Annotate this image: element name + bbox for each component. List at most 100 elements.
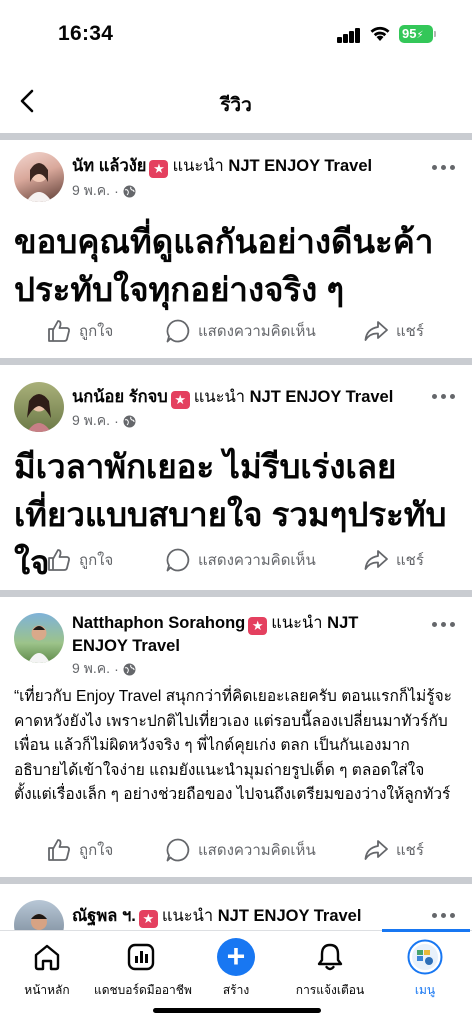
like-label: ถูกใจ	[79, 842, 114, 859]
more-options-icon[interactable]	[430, 391, 458, 401]
more-options-icon[interactable]	[430, 619, 458, 629]
page-name[interactable]: NJT ENJOY Travel	[218, 907, 362, 925]
home-indicator	[153, 1008, 321, 1013]
avatar[interactable]	[14, 613, 64, 663]
post-divider	[0, 877, 472, 884]
like-label: ถูกใจ	[79, 552, 114, 569]
nav-menu[interactable]: เมนู	[378, 939, 472, 1000]
post-header-line: ณัฐพล ฯ. ★ แนะนำ NJT ENJOY Travel	[72, 905, 361, 928]
review-post: Natthaphon Sorahong ★ แนะนำ NJT ENJOY Trav…	[0, 597, 472, 877]
avatar[interactable]	[14, 900, 64, 930]
like-button[interactable]: ถูกใจ	[46, 318, 113, 344]
post-text: “เที่ยวกับ Enjoy Travel สนุกกว่าที่คิดเย…	[14, 688, 453, 803]
active-tab-indicator	[382, 929, 470, 932]
share-arrow-icon	[364, 840, 388, 860]
cellular-signal-icon	[337, 27, 361, 43]
post-date[interactable]: 9 พ.ค.	[72, 410, 110, 432]
battery-level: 95	[402, 26, 417, 41]
comment-button[interactable]: แสดงความคิดเห็น	[165, 547, 316, 573]
star-badge-icon: ★	[248, 617, 268, 635]
thumbs-up-icon	[48, 839, 70, 861]
post-date[interactable]: 9 พ.ค.	[72, 180, 110, 202]
comment-button[interactable]: แสดงความคิดเห็น	[165, 318, 316, 344]
recommends-label: แนะนำ	[193, 388, 246, 406]
status-time: 16:34	[58, 22, 114, 45]
page-title: รีวิว	[220, 95, 252, 116]
meta-dot: ·	[114, 413, 119, 429]
author-name[interactable]: นกน้อย รักจบ	[72, 388, 168, 406]
avatar[interactable]	[14, 152, 64, 202]
post-meta: 9 พ.ค. ·	[72, 410, 136, 432]
nav-home[interactable]: หน้าหลัก	[0, 939, 94, 1000]
like-button[interactable]: ถูกใจ	[46, 547, 113, 573]
recommends-label: แนะนำ	[271, 614, 323, 632]
post-header-line: นัท แล้วงัย ★ แนะนำ NJT ENJOY Travel	[72, 155, 372, 178]
nav-dashboard-label: แดชบอร์ดมืออาชีพ	[94, 983, 192, 997]
author-name[interactable]: ณัฐพล ฯ.	[72, 907, 136, 925]
share-button[interactable]: แชร์	[363, 837, 424, 863]
meta-dot: ·	[114, 183, 119, 199]
battery-indicator: 95⚡	[399, 25, 433, 43]
nav-notifications[interactable]: การแจ้งเตือน	[283, 939, 377, 1000]
meta-dot: ·	[114, 661, 119, 677]
post-header-line: นกน้อย รักจบ ★ แนะนำ NJT ENJOY Travel	[72, 386, 393, 409]
recommends-label: แนะนำ	[172, 157, 224, 175]
create-plus-icon: +	[216, 938, 256, 976]
author-name[interactable]: Natthaphon Sorahong	[72, 614, 245, 632]
post-meta: 9 พ.ค. ·	[72, 658, 136, 680]
comment-label: แสดงความคิดเห็น	[198, 842, 316, 859]
share-button[interactable]: แชร์	[363, 318, 424, 344]
thumbs-up-icon	[48, 320, 70, 342]
globe-icon	[123, 663, 136, 675]
home-icon	[27, 939, 67, 975]
like-button[interactable]: ถูกใจ	[46, 837, 113, 863]
review-post: ณัฐพล ฯ. ★ แนะนำ NJT ENJOY Travel	[0, 884, 472, 930]
nav-dashboard[interactable]: แดชบอร์ดมืออาชีพ	[94, 939, 192, 1000]
share-button[interactable]: แชร์	[363, 547, 424, 573]
post-text: ขอบคุณที่ดูแลกันอย่างดีนะค้า ประทับใจทุก…	[14, 223, 434, 308]
nav-create-label: สร้าง	[222, 983, 250, 997]
star-badge-icon: ★	[149, 160, 169, 178]
comment-bubble-icon	[166, 838, 190, 862]
nav-home-label: หน้าหลัก	[24, 983, 70, 997]
comment-button[interactable]: แสดงความคิดเห็น	[165, 837, 316, 863]
top-header: รีวิว	[0, 70, 472, 134]
page-name[interactable]: NJT ENJOY Travel	[250, 388, 394, 406]
star-badge-icon: ★	[138, 910, 158, 928]
comment-bubble-icon	[166, 319, 190, 343]
author-name[interactable]: นัท แล้วงัย	[72, 157, 146, 175]
like-label: ถูกใจ	[79, 323, 114, 340]
star-badge-icon: ★	[170, 391, 190, 409]
share-label: แชร์	[396, 552, 424, 569]
share-label: แชร์	[396, 323, 424, 340]
recommends-label: แนะนำ	[161, 907, 214, 925]
section-divider	[0, 133, 472, 140]
dashboard-chart-icon	[121, 939, 161, 975]
more-options-icon[interactable]	[430, 162, 458, 172]
post-meta: 9 พ.ค. ·	[72, 180, 136, 202]
avatar[interactable]	[14, 382, 64, 432]
nav-create[interactable]: + สร้าง	[189, 938, 283, 1000]
comment-label: แสดงความคิดเห็น	[198, 552, 316, 569]
page-name[interactable]: NJT ENJOY Travel	[228, 157, 372, 175]
comment-bubble-icon	[166, 548, 190, 572]
post-actions: ถูกใจ แสดงความคิดเห็น แชร์	[0, 837, 472, 873]
share-arrow-icon	[364, 550, 388, 570]
review-post: นัท แล้วงัย ★ แนะนำ NJT ENJOY Travel 9 พ.ค…	[0, 140, 472, 358]
post-divider	[0, 358, 472, 365]
post-header-line: Natthaphon Sorahong ★ แนะนำ NJT ENJOY Trav…	[72, 612, 380, 657]
globe-icon	[123, 185, 136, 197]
nav-notifications-label: การแจ้งเตือน	[295, 983, 365, 997]
post-actions: ถูกใจ แสดงความคิดเห็น แชร์	[0, 547, 472, 583]
review-post: นกน้อย รักจบ ★ แนะนำ NJT ENJOY Travel 9 พ.…	[0, 365, 472, 590]
post-date[interactable]: 9 พ.ค.	[72, 658, 110, 680]
profile-avatar-icon	[405, 939, 445, 975]
more-options-icon[interactable]	[430, 910, 458, 920]
share-label: แชร์	[396, 842, 424, 859]
status-bar: 16:34 95⚡	[0, 0, 472, 70]
comment-label: แสดงความคิดเห็น	[198, 323, 316, 340]
bell-icon	[310, 939, 350, 975]
post-actions: ถูกใจ แสดงความคิดเห็น แชร์	[0, 318, 472, 354]
nav-menu-label: เมนู	[414, 983, 436, 997]
share-arrow-icon	[364, 321, 388, 341]
